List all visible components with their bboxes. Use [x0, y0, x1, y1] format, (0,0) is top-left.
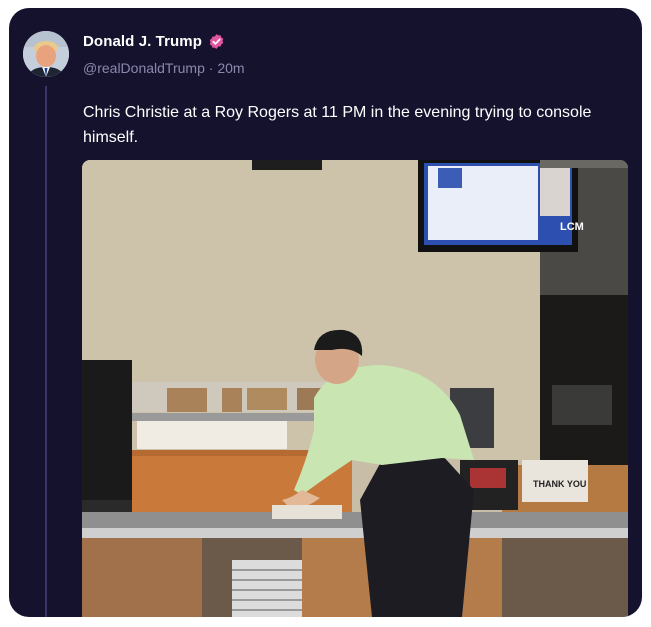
author-display-name[interactable]: Donald J. Trump [83, 33, 202, 50]
photo-image: LCM THANK YOU [82, 160, 628, 617]
tweet-text: Chris Christie at a Roy Rogers at 11 PM … [83, 104, 592, 146]
thread-line [45, 86, 47, 617]
meta-separator: · [208, 60, 214, 76]
tv-logo-text: LCM [560, 221, 584, 233]
author-avatar[interactable] [23, 31, 69, 77]
post-timestamp[interactable]: 20m [217, 60, 244, 76]
tweet-photo[interactable]: LCM THANK YOU [82, 160, 628, 617]
author-handle[interactable]: @realDonaldTrump [83, 60, 205, 76]
tweet-card[interactable]: Donald J. Trump @realDonaldTrump · 20m C… [9, 8, 642, 617]
avatar-image [23, 31, 69, 77]
author-meta: @realDonaldTrump · 20m [83, 60, 245, 76]
verified-check-icon [208, 33, 225, 50]
thank-you-sign: THANK YOU [533, 479, 586, 489]
